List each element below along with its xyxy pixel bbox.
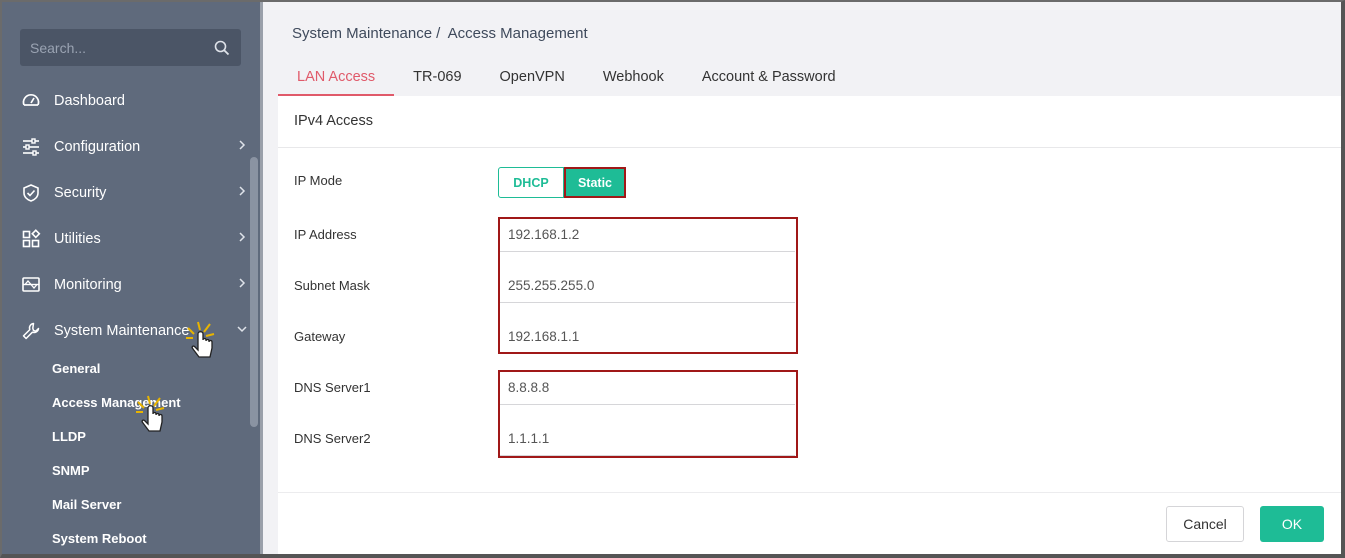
hand-cursor-icon (136, 395, 165, 432)
tab-bar: LAN Access TR-069 OpenVPN Webhook Accoun… (278, 57, 855, 96)
ok-button[interactable]: OK (1260, 506, 1324, 542)
gateway-field[interactable] (500, 320, 795, 354)
shield-check-icon (20, 182, 42, 204)
sidebar-item-system-maintenance[interactable]: System Maintenance (2, 308, 260, 354)
search-input[interactable] (30, 39, 213, 56)
ip-mode-toggle: DHCP Static (498, 167, 626, 198)
app-window: Dashboard Configuration Security Utiliti… (0, 0, 1345, 558)
hand-cursor-icon (186, 321, 215, 358)
sidebar-item-utilities[interactable]: Utilities (2, 216, 260, 262)
dns-server2-input[interactable] (508, 431, 795, 446)
sidebar-item-configuration[interactable]: Configuration (2, 124, 260, 170)
wrench-icon (20, 320, 42, 342)
sliders-icon (20, 136, 42, 158)
breadcrumb-current: Access Management (447, 25, 588, 42)
sidebar-item-dashboard[interactable]: Dashboard (2, 78, 260, 124)
main-content: System Maintenance / Access Management LA… (263, 2, 1341, 554)
sidebar-subitem-snmp[interactable]: SNMP (52, 463, 90, 478)
sidebar-item-label: Security (54, 185, 107, 201)
static-option[interactable]: Static (564, 167, 626, 198)
sidebar-item-security[interactable]: Security (2, 170, 260, 216)
sidebar-item-label: Dashboard (54, 93, 125, 109)
chevron-right-icon (239, 232, 246, 242)
chevron-down-icon (237, 326, 247, 333)
subnet-mask-field[interactable] (500, 269, 795, 303)
dns-server1-input[interactable] (508, 380, 795, 395)
subnet-mask-label: Subnet Mask (294, 278, 370, 293)
tab-account-password[interactable]: Account & Password (683, 57, 855, 96)
ip-address-input[interactable] (508, 227, 795, 242)
chevron-right-icon (239, 186, 246, 196)
monitor-icon (20, 274, 42, 296)
ipv4-access-card: IPv4 Access IP Mode DHCP Static IP Addre… (278, 96, 1341, 492)
sidebar-subitem-mail-server[interactable]: Mail Server (52, 497, 121, 512)
sidebar-item-label: Utilities (54, 231, 101, 247)
grid-icon (20, 228, 42, 250)
dhcp-option[interactable]: DHCP (498, 167, 564, 198)
search-box[interactable] (20, 29, 241, 66)
sidebar-item-label: Configuration (54, 139, 141, 155)
dns-server1-field[interactable] (500, 371, 795, 405)
tab-lan-access[interactable]: LAN Access (278, 57, 395, 96)
dns-server1-label: DNS Server1 (294, 380, 371, 395)
gateway-input[interactable] (508, 329, 795, 344)
sidebar-subitem-lldp[interactable]: LLDP (52, 429, 86, 444)
sidebar-subitem-general[interactable]: General (52, 361, 100, 376)
tab-tr-069[interactable]: TR-069 (394, 57, 480, 96)
cancel-button[interactable]: Cancel (1166, 506, 1244, 542)
breadcrumb-parent[interactable]: System Maintenance (292, 25, 432, 42)
ip-address-field[interactable] (500, 218, 795, 252)
tab-webhook[interactable]: Webhook (584, 57, 683, 96)
subnet-mask-input[interactable] (508, 278, 795, 293)
footer-bar: Cancel OK (278, 492, 1341, 554)
breadcrumb: System Maintenance / Access Management (292, 25, 588, 42)
sidebar-subitem-system-reboot[interactable]: System Reboot (52, 531, 147, 546)
gateway-label: Gateway (294, 329, 346, 344)
chevron-right-icon (239, 140, 246, 150)
ip-mode-label: IP Mode (294, 173, 343, 188)
dns-server2-field[interactable] (500, 422, 795, 456)
breadcrumb-separator: / (436, 25, 441, 42)
dashboard-icon (20, 90, 42, 112)
sidebar-item-label: Monitoring (54, 277, 122, 293)
ip-address-label: IP Address (294, 227, 357, 242)
search-icon[interactable] (213, 39, 231, 57)
chevron-right-icon (239, 278, 246, 288)
sidebar: Dashboard Configuration Security Utiliti… (2, 2, 260, 554)
sidebar-scrollbar[interactable] (250, 157, 258, 427)
sidebar-item-monitoring[interactable]: Monitoring (2, 262, 260, 308)
tab-openvpn[interactable]: OpenVPN (481, 57, 584, 96)
divider (278, 147, 1341, 148)
dns-server2-label: DNS Server2 (294, 431, 371, 446)
sidebar-item-label: System Maintenance (54, 323, 190, 339)
card-title: IPv4 Access (294, 113, 373, 129)
